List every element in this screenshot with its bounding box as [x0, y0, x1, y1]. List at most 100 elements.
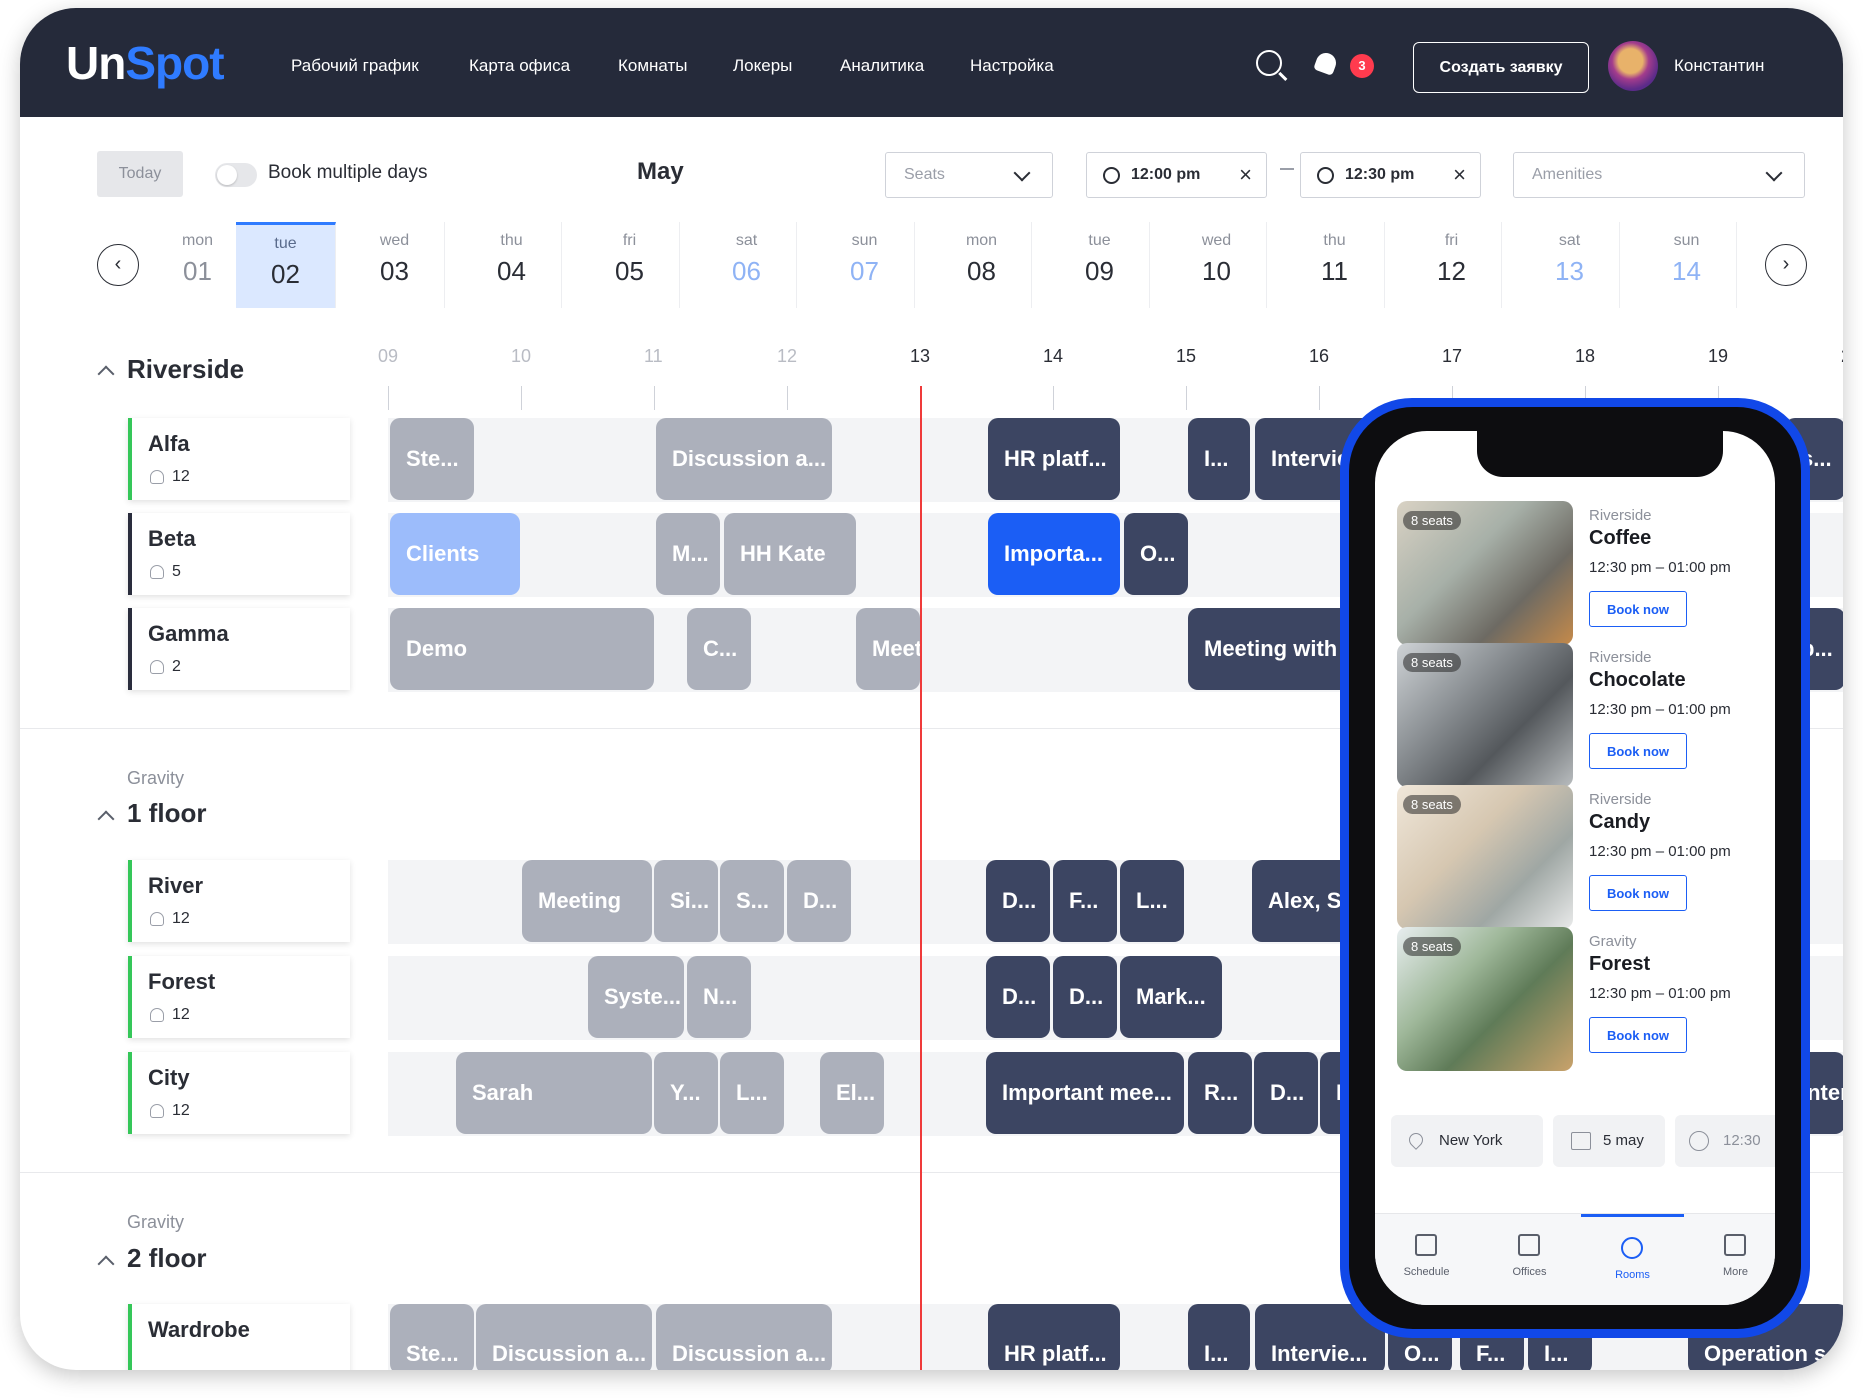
day-fri-12[interactable]: fri 12 — [1402, 222, 1502, 308]
day-fri-05[interactable]: fri 05 — [580, 222, 680, 308]
time-to-field[interactable]: 12:30 pm × — [1300, 152, 1481, 198]
event-alfa[interactable]: I... — [1188, 418, 1250, 500]
event-city[interactable]: R... — [1188, 1052, 1252, 1134]
event-forest[interactable]: Mark... — [1120, 956, 1222, 1038]
day-sun-07[interactable]: sun 07 — [815, 222, 915, 308]
filter-time-chip[interactable]: 12:30 › — [1675, 1115, 1775, 1167]
nav-analytics[interactable]: Аналитика — [840, 56, 924, 76]
event-city[interactable]: El... — [820, 1052, 884, 1134]
filter-city-chip[interactable]: New York — [1391, 1115, 1543, 1167]
time-from-field[interactable]: 12:00 pm × — [1086, 152, 1267, 198]
event-forest[interactable]: D... — [1053, 956, 1117, 1038]
nav-rooms[interactable]: Комнаты — [618, 56, 688, 76]
room-city[interactable]: City 12 — [128, 1052, 350, 1134]
notifications-icon[interactable] — [1313, 50, 1339, 76]
event-river[interactable]: D... — [787, 860, 851, 942]
event-alfa[interactable]: HR platf... — [988, 418, 1120, 500]
event-city[interactable]: L... — [720, 1052, 784, 1134]
collapse-2-floor-icon[interactable] — [97, 1255, 115, 1273]
room-alfa[interactable]: Alfa 12 — [128, 418, 350, 500]
book-multiple-toggle[interactable] — [215, 163, 257, 187]
room-beta[interactable]: Beta 5 — [128, 513, 350, 595]
event-forest[interactable]: N... — [687, 956, 751, 1038]
book-now-button[interactable]: Book now — [1589, 591, 1687, 627]
nav-lockers[interactable]: Локеры — [733, 56, 792, 76]
event-alfa[interactable]: Ste... — [390, 418, 474, 500]
clear-time-from-icon[interactable]: × — [1239, 164, 1252, 186]
day-wed-10[interactable]: wed 10 — [1167, 222, 1267, 308]
day-thu-11[interactable]: thu 11 — [1285, 222, 1385, 308]
event-gamma[interactable]: Meet — [856, 608, 920, 690]
event-alfa[interactable]: Discussion a... — [656, 418, 832, 500]
room-card[interactable]: 8 seats Gravity Forest 12:30 pm – 01:00 pm B… — [1397, 927, 1767, 1071]
day-sat-06[interactable]: sat 06 — [697, 222, 797, 308]
day-number: 14 — [1672, 256, 1701, 286]
seats-select[interactable]: Seats — [885, 152, 1053, 198]
event-river[interactable]: L... — [1120, 860, 1184, 942]
event-river[interactable]: Si... — [654, 860, 718, 942]
room-wardrobe[interactable]: Wardrobe — [128, 1304, 350, 1370]
event-forest[interactable]: Syste... — [588, 956, 684, 1038]
tab-schedule[interactable]: Schedule — [1375, 1214, 1478, 1305]
clear-time-to-icon[interactable]: × — [1453, 164, 1466, 186]
event-city[interactable]: Y... — [654, 1052, 718, 1134]
book-now-button[interactable]: Book now — [1589, 875, 1687, 911]
event-wardrobe[interactable]: Discussion a... — [656, 1304, 832, 1370]
event-city[interactable]: Sarah — [456, 1052, 652, 1134]
tab-more[interactable]: More — [1684, 1214, 1775, 1305]
event-wardrobe[interactable]: HR platf... — [988, 1304, 1120, 1370]
event-wardrobe[interactable]: Ste... — [390, 1304, 474, 1370]
tab-offices[interactable]: Offices — [1478, 1214, 1581, 1305]
today-button[interactable]: Today — [97, 151, 183, 197]
event-river[interactable]: D... — [986, 860, 1050, 942]
event-river[interactable]: Meeting — [522, 860, 652, 942]
book-now-button[interactable]: Book now — [1589, 1017, 1687, 1053]
event-gamma[interactable]: Demo — [390, 608, 654, 690]
day-sun-14[interactable]: sun 14 — [1637, 222, 1737, 308]
room-gamma[interactable]: Gamma 2 — [128, 608, 350, 690]
collapse-1-floor-icon[interactable] — [97, 810, 115, 828]
event-beta[interactable]: Importa... — [988, 513, 1120, 595]
room-card[interactable]: 8 seats Riverside Coffee 12:30 pm – 01:00 p… — [1397, 501, 1767, 645]
day-sat-13[interactable]: sat 13 — [1520, 222, 1620, 308]
event-beta[interactable]: O... — [1124, 513, 1188, 595]
nav-schedule[interactable]: Рабочий график — [291, 56, 419, 76]
event-city[interactable]: Important mee... — [986, 1052, 1184, 1134]
event-wardrobe[interactable]: Discussion a... — [476, 1304, 652, 1370]
event-wardrobe[interactable]: I... — [1188, 1304, 1250, 1370]
room-card[interactable]: 8 seats Riverside Candy 12:30 pm – 01:00 pm… — [1397, 785, 1767, 929]
event-beta[interactable]: HH Kate — [724, 513, 856, 595]
room-forest[interactable]: Forest 12 — [128, 956, 350, 1038]
day-wed-03[interactable]: wed 03 — [345, 222, 445, 308]
event-forest[interactable]: D... — [986, 956, 1050, 1038]
room-river[interactable]: River 12 — [128, 860, 350, 942]
collapse-riverside-icon[interactable] — [97, 365, 115, 383]
search-icon[interactable] — [1256, 50, 1282, 76]
event-beta[interactable]: M... — [656, 513, 720, 595]
next-days-button[interactable]: › — [1765, 244, 1807, 286]
card-room-name: Candy — [1589, 811, 1651, 833]
day-mon-08[interactable]: mon 08 — [932, 222, 1032, 308]
day-thu-04[interactable]: thu 04 — [462, 222, 562, 308]
avatar[interactable] — [1608, 41, 1658, 91]
day-tue-02[interactable]: tue 02 — [236, 222, 336, 308]
logo[interactable]: UnSpot — [66, 36, 225, 90]
tab-rooms[interactable]: Rooms — [1581, 1214, 1684, 1305]
nav-office-map[interactable]: Карта офиса — [469, 56, 570, 76]
day-tue-09[interactable]: tue 09 — [1050, 222, 1150, 308]
book-now-button[interactable]: Book now — [1589, 733, 1687, 769]
event-city[interactable]: D... — [1254, 1052, 1318, 1134]
filter-date-chip[interactable]: 5 may — [1553, 1115, 1665, 1167]
event-river[interactable]: F... — [1053, 860, 1117, 942]
prev-days-button[interactable]: ‹ — [97, 244, 139, 286]
day-name: wed — [1201, 232, 1232, 249]
event-gamma[interactable]: C... — [687, 608, 751, 690]
event-beta[interactable]: Clients — [390, 513, 520, 595]
event-river[interactable]: S... — [720, 860, 784, 942]
day-mon-01[interactable]: mon 01 — [148, 222, 248, 308]
room-card[interactable]: 8 seats Riverside Chocolate 12:30 pm – 01:0… — [1397, 643, 1767, 787]
amenities-select[interactable]: Amenities — [1513, 152, 1805, 198]
user-name[interactable]: Константин — [1674, 56, 1764, 76]
create-request-button[interactable]: Создать заявку — [1413, 42, 1589, 93]
nav-settings[interactable]: Настройка — [970, 56, 1054, 76]
